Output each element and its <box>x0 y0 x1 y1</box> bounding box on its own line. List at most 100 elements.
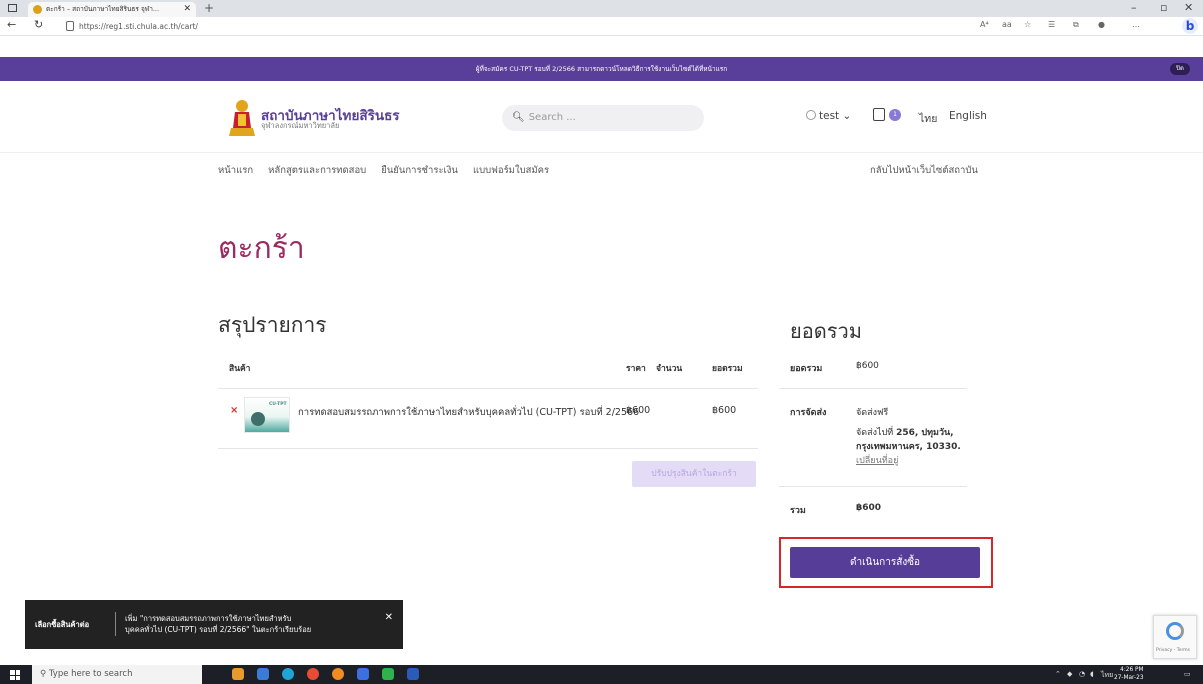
recaptcha-badge[interactable]: Privacy - Terms <box>1153 615 1197 659</box>
thumbnail-person-image <box>251 412 265 426</box>
taskbar-time: 4:26 PM <box>1120 667 1144 673</box>
search-input[interactable]: 🔍︎ Search ... <box>502 105 704 131</box>
taskbar-search-placeholder: Type here to search <box>48 669 133 679</box>
taskbar-app-icon[interactable] <box>257 668 269 680</box>
shipping-label: การจัดส่ง <box>790 408 827 418</box>
bing-chat-icon[interactable]: b <box>1182 18 1198 34</box>
read-aloud-icon[interactable]: A⁴ <box>980 20 989 29</box>
tray-language[interactable]: ไทย <box>1101 670 1113 681</box>
refresh-icon[interactable]: ↻ <box>34 18 43 31</box>
change-address-link[interactable]: เปลี่ยนที่อยู่ <box>856 453 898 467</box>
lang-english-link[interactable]: English <box>949 110 987 122</box>
product-thumbnail[interactable]: CU-TPT <box>244 397 290 433</box>
windows-start-icon[interactable] <box>10 670 20 680</box>
subtotal-label: ยอดรวม <box>790 364 823 374</box>
institute-logo[interactable] <box>229 98 255 138</box>
search-icon: ⚲ <box>40 669 47 679</box>
back-to-institute-link[interactable]: กลับไปหน้าเว็บไซต์สถาบัน <box>870 163 978 178</box>
totals-divider <box>779 388 967 389</box>
collections-icon[interactable]: ⧉ <box>1073 20 1079 30</box>
restore-icon[interactable]: ▫ <box>1160 1 1167 14</box>
toast-divider <box>115 612 116 636</box>
total-label: รวม <box>790 506 806 516</box>
file-explorer-icon[interactable] <box>357 668 369 680</box>
search-placeholder: Search ... <box>528 112 576 123</box>
lock-icon[interactable] <box>66 21 74 31</box>
chrome-browser-icon[interactable] <box>307 668 319 680</box>
taskbar-app-icon[interactable] <box>232 668 244 680</box>
header-divider <box>0 152 1203 153</box>
edge-browser-icon[interactable] <box>282 668 294 680</box>
browser-tab-bar: ตะกร้า – สถาบันภาษาไทยสิรินธร จุฬา... ✕ … <box>0 0 1203 17</box>
tray-volume-icon[interactable]: ◖ <box>1090 670 1094 678</box>
product-total: ฿600 <box>712 405 737 416</box>
tray-expand-icon[interactable]: ⌃ <box>1055 670 1061 678</box>
user-menu[interactable]: test ⌄ <box>806 110 851 122</box>
nav-item-payment-confirm[interactable]: ยืนยันการชำระเงิน <box>381 165 458 176</box>
profile-icon[interactable]: ● <box>1098 20 1105 29</box>
firefox-browser-icon[interactable] <box>332 668 344 680</box>
close-tab-icon[interactable]: ✕ <box>183 2 191 17</box>
tab-title: ตะกร้า – สถาบันภาษาไทยสิรินธร จุฬา... <box>46 5 160 13</box>
url-field[interactable]: https://reg1.sti.chula.ac.th/cart/ <box>79 20 969 34</box>
thumbnail-tag: CU-TPT <box>269 402 287 407</box>
cart-icon[interactable] <box>873 108 885 121</box>
announcement-dismiss-button[interactable]: ปิด <box>1170 63 1190 75</box>
product-price: ฿600 <box>626 405 651 416</box>
shipping-method: จัดส่งฟรี <box>856 408 889 418</box>
checkout-button[interactable]: ดำเนินการสั่งซื้อ <box>790 547 980 578</box>
close-window-icon[interactable]: ✕ <box>1184 1 1193 14</box>
table-divider <box>218 448 758 449</box>
line-app-icon[interactable] <box>382 668 394 680</box>
column-header-quantity: จำนวน <box>656 364 683 374</box>
total-value: ฿600 <box>856 503 882 513</box>
nav-item-home[interactable]: หน้าแรก <box>218 165 253 176</box>
tab-actions-icon[interactable] <box>8 4 17 12</box>
user-name: test <box>819 110 840 122</box>
word-app-icon[interactable] <box>407 668 419 680</box>
shipping-address-2: กรุงเทพมหานคร, 10330. <box>856 442 961 452</box>
tray-network-icon[interactable]: ◆ <box>1067 670 1072 678</box>
address-bar-row: ← ↻ https://reg1.sti.chula.ac.th/cart/ A… <box>0 17 1203 36</box>
main-nav: หน้าแรก หลักสูตรและการทดสอบ ยืนยันการชำร… <box>218 163 561 178</box>
column-header-product: สินค้า <box>229 364 251 374</box>
continue-shopping-link[interactable]: เลือกซื้อสินค้าต่อ <box>35 619 89 631</box>
toast-message: เพิ่ม "การทดสอบสมรรถภาพการใช้ภาษาไทยสำหร… <box>125 613 385 635</box>
minimize-icon[interactable]: – <box>1131 1 1137 14</box>
favorites-list-icon[interactable]: ☰ <box>1048 20 1055 29</box>
column-header-price: ราคา <box>626 364 646 374</box>
added-to-cart-toast: เลือกซื้อสินค้าต่อ เพิ่ม "การทดสอบสมรรถภ… <box>25 600 403 649</box>
toast-message-line-2: บุคคลทั่วไป (CU-TPT) รอบที่ 2/2566" ในตะ… <box>125 625 312 634</box>
cart-count-badge[interactable]: 1 <box>889 109 901 121</box>
update-cart-button[interactable]: ปรับปรุงสินค้าในตะกร้า <box>632 461 756 487</box>
shipping-to-prefix: จัดส่งไปที่ <box>856 428 894 438</box>
totals-title: ยอดรวม <box>790 319 862 343</box>
new-tab-icon[interactable]: + <box>204 1 214 15</box>
nav-item-courses[interactable]: หลักสูตรและการทดสอบ <box>268 165 366 176</box>
taskbar-clock[interactable]: 4:26 PM 27-Mar-23 <box>1114 667 1144 682</box>
close-toast-icon[interactable]: ✕ <box>385 612 393 623</box>
recaptcha-terms[interactable]: Privacy - Terms <box>1156 648 1190 653</box>
table-divider <box>218 388 758 389</box>
product-name-link[interactable]: การทดสอบสมรรถภาพการใช้ภาษาไทยสำหรับบุคคล… <box>298 405 639 420</box>
summary-title: สรุปรายการ <box>218 313 327 337</box>
nav-item-application-form[interactable]: แบบฟอร์มใบสมัคร <box>473 165 549 176</box>
recaptcha-icon <box>1166 622 1184 640</box>
browser-tab[interactable]: ตะกร้า – สถาบันภาษาไทยสิรินธร จุฬา... ✕ <box>28 2 196 17</box>
favorite-star-icon[interactable]: ☆ <box>1024 20 1031 29</box>
brand-subtitle: จุฬาลงกรณ์มหาวิทยาลัย <box>261 121 340 130</box>
notification-icon[interactable]: ▭ <box>1184 670 1191 678</box>
user-avatar-icon <box>806 110 816 120</box>
remove-item-icon[interactable]: × <box>230 405 238 416</box>
chevron-down-icon: ⌄ <box>842 110 852 122</box>
taskbar-search-input[interactable]: ⚲ Type here to search <box>32 665 202 684</box>
totals-divider <box>779 486 967 487</box>
announcement-bar: ผู้ที่จะสมัคร CU-TPT รอบที่ 2/2566 สามาร… <box>0 57 1203 81</box>
back-arrow-icon[interactable]: ← <box>7 18 16 31</box>
search-icon: 🔍︎ <box>512 112 525 123</box>
more-menu-icon[interactable]: … <box>1132 20 1140 29</box>
tray-wifi-icon[interactable]: ◔ <box>1079 670 1085 678</box>
lang-thai-link[interactable]: ไทย <box>919 110 937 127</box>
toast-message-line-1: เพิ่ม "การทดสอบสมรรถภาพการใช้ภาษาไทยสำหร… <box>125 614 292 623</box>
immersive-reader-icon[interactable]: aa <box>1002 20 1012 29</box>
